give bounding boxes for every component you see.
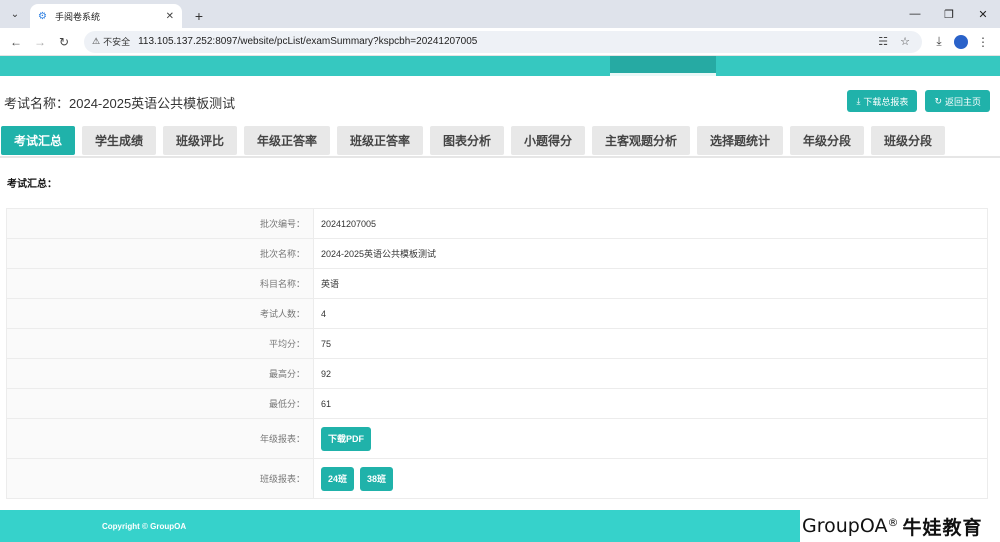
url-text[interactable]: 113.105.137.252:8097/website/pcList/exam…: [138, 36, 870, 47]
table-row: 考试人数： 4: [6, 298, 988, 329]
exam-name-value: 2024-2025英语公共模板测试: [69, 95, 236, 111]
brand-registered: ®: [887, 515, 899, 529]
table-row: 最低分： 61: [6, 388, 988, 419]
forward-arrow-icon[interactable]: →: [30, 32, 50, 52]
summary-table: 批次编号： 20241207005 批次名称： 2024-2025英语公共模板测…: [6, 208, 988, 499]
download-report-label: 下载总报表: [863, 96, 909, 107]
translate-icon[interactable]: ☵: [874, 35, 892, 48]
subject-label: 科目名称：: [6, 268, 314, 299]
exam-name-label: 考试名称：: [4, 95, 70, 111]
count-label: 考试人数：: [6, 298, 314, 329]
grade-report-label: 年级报表：: [6, 418, 314, 459]
class-report-cell: 24班 38班: [313, 458, 988, 499]
close-window-icon[interactable]: ✕: [966, 0, 1000, 28]
refresh-icon: ↻: [934, 95, 942, 106]
copyright-text: Copyright © GroupOA: [102, 521, 187, 531]
brand-en: GroupOA: [802, 515, 888, 537]
subject-value: 英语: [313, 268, 988, 299]
grade-report-cell: 下载PDF: [313, 418, 988, 459]
page-title: 考试名称：2024-2025英语公共模板测试: [4, 91, 839, 112]
back-home-label: 返回主页: [944, 96, 981, 107]
tab-question-scores[interactable]: 小题得分: [511, 126, 585, 155]
tab-chart-analysis[interactable]: 图表分析: [430, 126, 504, 155]
title-row: 考试名称：2024-2025英语公共模板测试 ⤓ 下载总报表 ↻ 返回主页: [0, 76, 1000, 126]
restore-icon[interactable]: ❐: [932, 0, 966, 28]
tab-exam-summary[interactable]: 考试汇总: [1, 126, 75, 155]
table-row: 批次名称： 2024-2025英语公共模板测试: [6, 238, 988, 269]
tab-class-comparison[interactable]: 班级评比: [163, 126, 237, 155]
tab-student-scores[interactable]: 学生成绩: [82, 126, 156, 155]
tab-grade-bands[interactable]: 年级分段: [790, 126, 864, 155]
download-report-button[interactable]: ⤓ 下载总报表: [847, 90, 918, 112]
batch-name-label: 批次名称：: [6, 238, 314, 269]
insecure-label: 不安全: [103, 37, 131, 47]
browser-tab-strip: ⌄ ⚙ 手阅卷系统 ✕ + — ❐ ✕: [0, 0, 1000, 28]
bookmark-star-icon[interactable]: ☆: [896, 35, 914, 48]
download-pdf-button[interactable]: 下载PDF: [321, 426, 372, 451]
tab-grade-accuracy[interactable]: 年级正答率: [244, 126, 330, 155]
tab-close-icon[interactable]: ✕: [166, 11, 174, 22]
batch-name-value: 2024-2025英语公共模板测试: [313, 238, 988, 269]
security-indicator[interactable]: ⚠ 不安全: [92, 35, 130, 48]
site-footer: Copyright © GroupOA: [0, 510, 800, 542]
brand-cn: 牛娃教育: [902, 516, 983, 539]
active-nav-item[interactable]: [610, 56, 716, 76]
section-title: 考试汇总：: [7, 179, 57, 190]
minimize-icon[interactable]: —: [898, 0, 932, 28]
avg-label: 平均分：: [6, 328, 314, 359]
table-row: 批次编号： 20241207005: [6, 208, 988, 239]
download-icon: ⤓: [856, 95, 861, 106]
tab-class-bands[interactable]: 班级分段: [871, 126, 945, 155]
table-row: 班级报表： 24班 38班: [6, 458, 988, 499]
site-favicon-icon: ⚙: [38, 10, 47, 22]
back-home-button[interactable]: ↻ 返回主页: [925, 90, 990, 112]
address-bar[interactable]: ⚠ 不安全 113.105.137.252:8097/website/pcLis…: [84, 30, 922, 53]
browser-toolbar: ← → ↻ ⚠ 不安全 113.105.137.252:8097/website…: [0, 28, 1000, 56]
class-38-button[interactable]: 38班: [360, 466, 394, 491]
site-header: [0, 56, 1000, 76]
more-menu-icon[interactable]: ⋮: [972, 32, 994, 52]
class-24-button[interactable]: 24班: [321, 466, 355, 491]
count-value: 4: [313, 298, 988, 329]
back-arrow-icon[interactable]: ←: [6, 32, 26, 52]
profile-avatar-icon[interactable]: [954, 34, 968, 49]
tab-choice-stats[interactable]: 选择题统计: [697, 126, 783, 155]
tab-class-accuracy[interactable]: 班级正答率: [337, 126, 423, 155]
tab-title: 手阅卷系统: [55, 11, 101, 22]
min-label: 最低分：: [6, 388, 314, 419]
new-tab-plus-icon[interactable]: +: [188, 5, 210, 27]
table-row: 平均分： 75: [6, 328, 988, 359]
report-tabs: 考试汇总 学生成绩 班级评比 年级正答率 班级正答率 图表分析 小题得分 主客观…: [0, 126, 1000, 158]
max-value: 92: [313, 358, 988, 389]
tab-search-chevron-icon[interactable]: ⌄: [4, 3, 26, 25]
batch-no-value: 20241207005: [313, 208, 988, 239]
brand-watermark: GroupOA ® 牛娃教育: [800, 510, 1000, 542]
class-report-label: 班级报表：: [6, 458, 314, 499]
warning-triangle-icon: ⚠: [92, 36, 101, 46]
avg-value: 75: [313, 328, 988, 359]
table-row: 科目名称： 英语: [6, 268, 988, 299]
table-row: 年级报表： 下载PDF: [6, 418, 988, 459]
browser-tab[interactable]: ⚙ 手阅卷系统 ✕: [30, 4, 182, 28]
window-controls: — ❐ ✕: [898, 0, 1000, 28]
min-value: 61: [313, 388, 988, 419]
batch-no-label: 批次编号：: [6, 208, 314, 239]
table-row: 最高分： 92: [6, 358, 988, 389]
reload-icon[interactable]: ↻: [54, 32, 74, 52]
tab-subjective-objective[interactable]: 主客观题分析: [592, 126, 690, 155]
max-label: 最高分：: [6, 358, 314, 389]
download-icon[interactable]: ⤓: [928, 32, 950, 52]
